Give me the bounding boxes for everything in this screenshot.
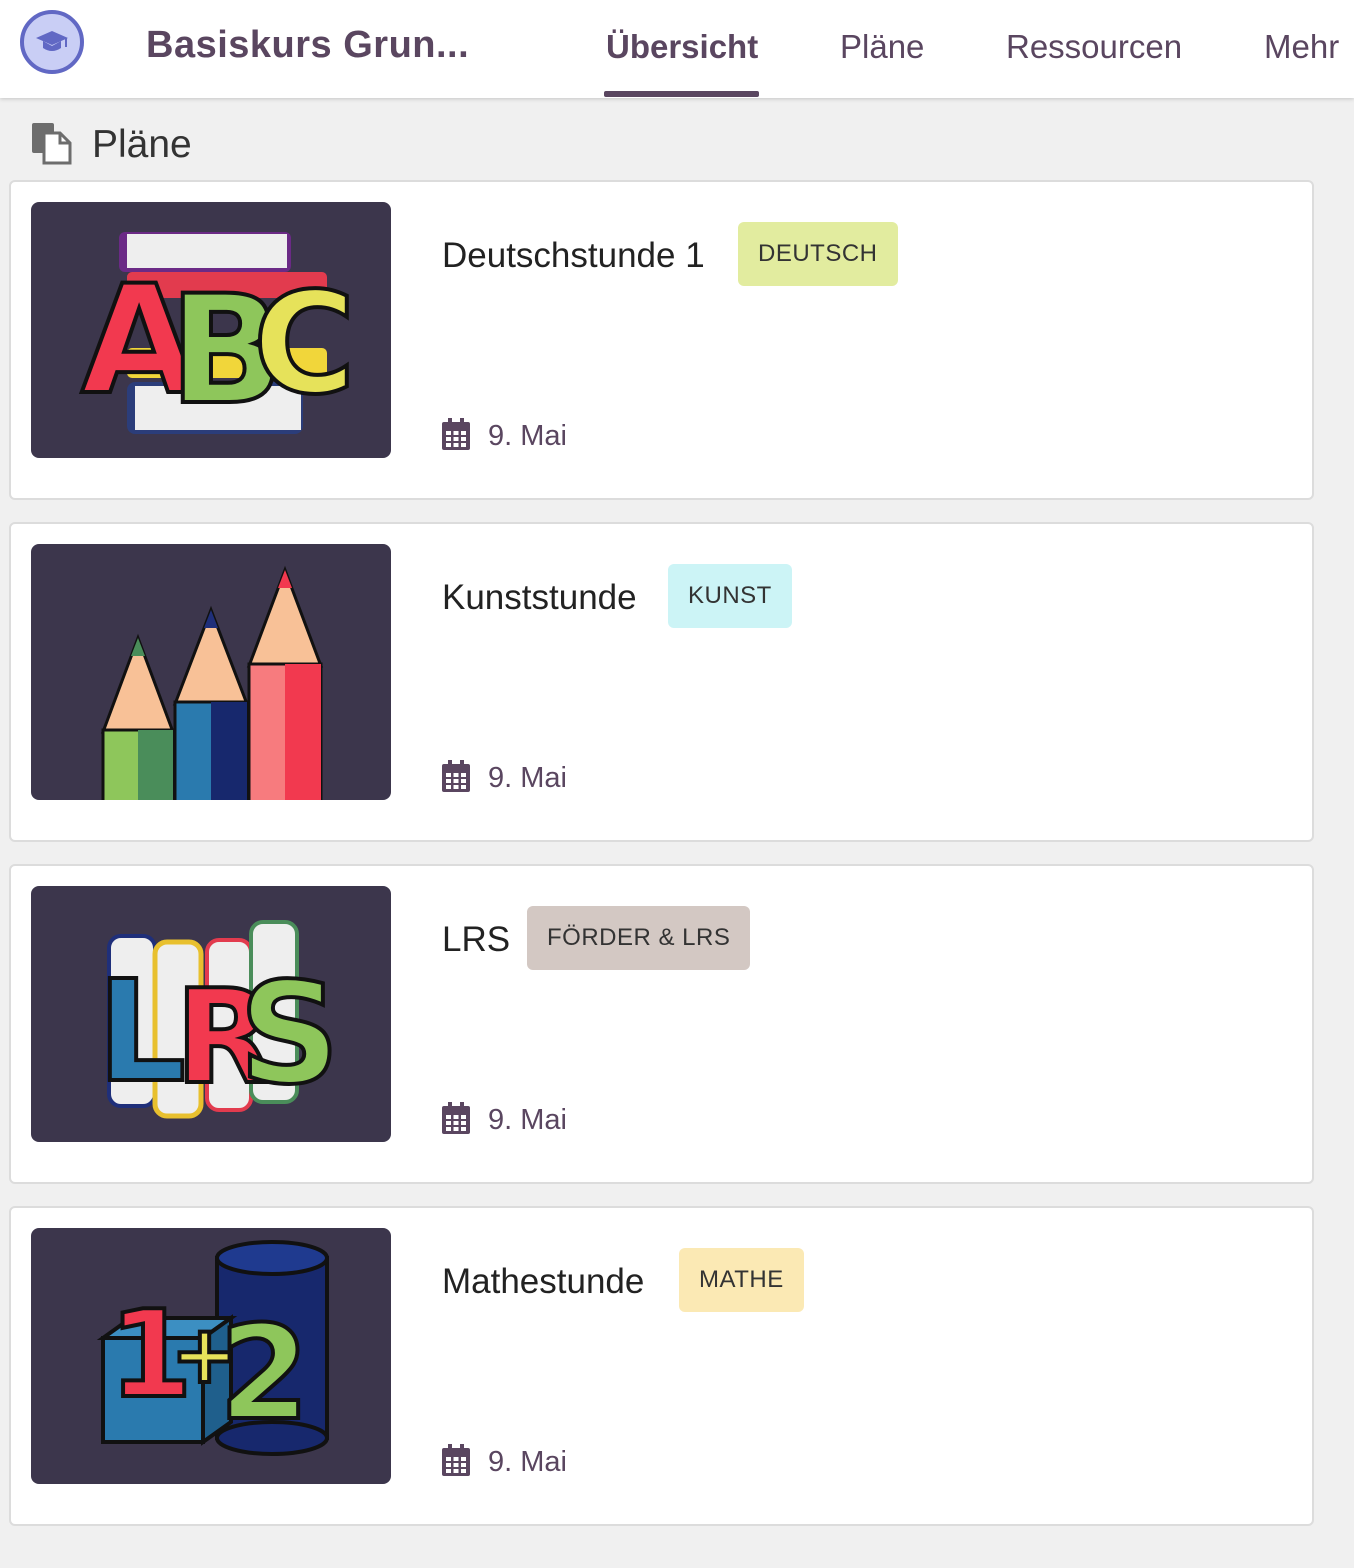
section-title: Pläne: [92, 123, 192, 166]
tab-plaene[interactable]: Pläne: [840, 28, 924, 66]
plan-card[interactable]: A B C Deutschstunde 1 DEUTSCH 9. Mai: [9, 180, 1314, 500]
date-row: 9. Mai: [442, 760, 567, 797]
subject-badge: MATHE: [679, 1248, 804, 1312]
subject-badge: DEUTSCH: [738, 222, 898, 286]
tab-mehr[interactable]: Mehr: [1264, 28, 1339, 66]
plan-date: 9. Mai: [488, 1446, 567, 1478]
subject-badge: KUNST: [668, 564, 792, 628]
date-row: 9. Mai: [442, 418, 567, 455]
tab-ressourcen[interactable]: Ressourcen: [1006, 28, 1182, 66]
plan-date: 9. Mai: [488, 1104, 567, 1136]
plan-date: 9. Mai: [488, 420, 567, 452]
date-row: 9. Mai: [442, 1444, 567, 1481]
active-tab-indicator: [604, 91, 759, 97]
plan-title: Deutschstunde 1: [442, 236, 705, 275]
plan-title: LRS: [442, 920, 511, 959]
svg-text:L: L: [97, 951, 186, 1114]
svg-text:S: S: [239, 953, 340, 1116]
math-blocks-thumbnail: 1 + 2: [31, 1228, 391, 1484]
section-header: Pläne: [30, 120, 192, 170]
top-bar: Basiskurs Grun... Übersicht Pläne Ressou…: [0, 0, 1354, 98]
plan-title: Mathestunde: [442, 1262, 645, 1301]
calendar-icon: [442, 1444, 470, 1481]
svg-text:2: 2: [219, 1297, 309, 1449]
abc-books-thumbnail: A B C: [31, 202, 391, 458]
tab-uebersicht[interactable]: Übersicht: [606, 28, 758, 66]
document-copy-icon: [30, 121, 72, 170]
calendar-icon: [442, 760, 470, 797]
subject-badge: FÖRDER & LRS: [527, 906, 751, 970]
lrs-books-thumbnail: L R S: [31, 886, 391, 1142]
plan-card[interactable]: Kunststunde KUNST 9. Mai: [9, 522, 1314, 842]
date-row: 9. Mai: [442, 1102, 567, 1139]
calendar-icon: [442, 418, 470, 455]
graduation-cap-icon[interactable]: [20, 10, 84, 74]
plan-card[interactable]: L R S LRS FÖRDER & LRS 9. Mai: [9, 864, 1314, 1184]
course-title[interactable]: Basiskurs Grun...: [146, 24, 469, 67]
colored-pencils-thumbnail: [31, 544, 391, 800]
plan-date: 9. Mai: [488, 762, 567, 794]
plan-card[interactable]: 1 + 2 Mathestunde MATHE 9. Mai: [9, 1206, 1314, 1526]
plan-title: Kunststunde: [442, 578, 637, 617]
calendar-icon: [442, 1102, 470, 1139]
svg-text:C: C: [253, 263, 356, 426]
